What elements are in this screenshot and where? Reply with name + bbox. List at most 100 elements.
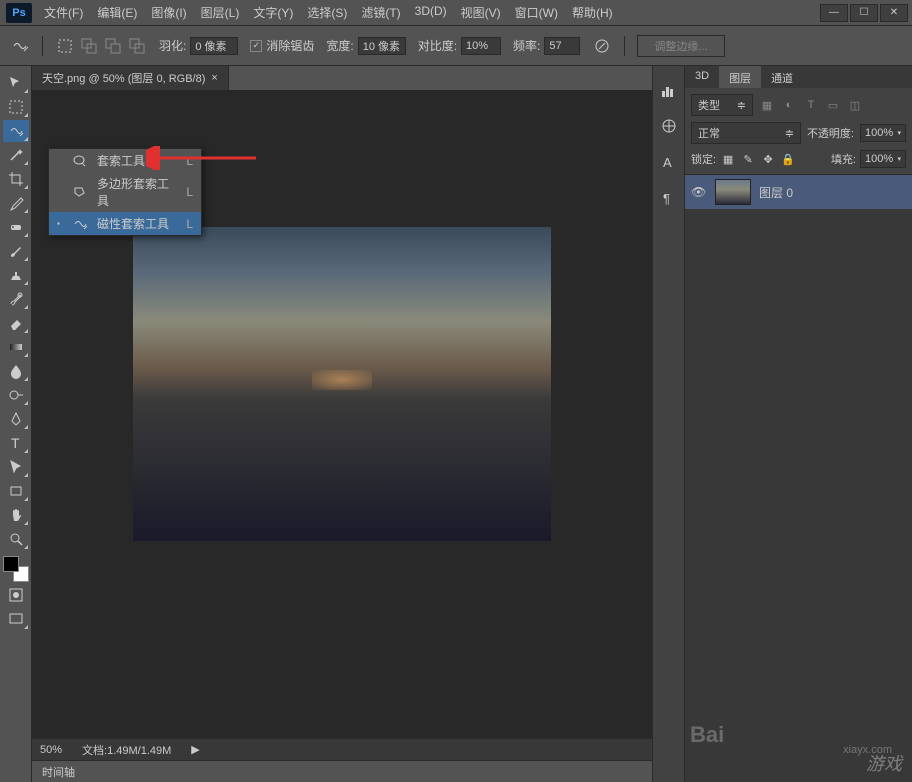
lock-pixels-icon[interactable]: ✎ (740, 151, 756, 167)
menu-image[interactable]: 图像(I) (145, 0, 192, 25)
contrast-label: 对比度: (418, 37, 457, 54)
lock-position-icon[interactable]: ✥ (760, 151, 776, 167)
layer-row[interactable]: 👁 图层 0 (685, 175, 912, 209)
filter-pixel-icon[interactable]: ▦ (759, 97, 775, 113)
menu-view[interactable]: 视图(V) (455, 0, 507, 25)
options-bar: 羽化: ✓ 消除锯齿 宽度: 对比度: 频率: 调整边缘... (0, 26, 912, 66)
tab-layers[interactable]: 图层 (719, 66, 761, 88)
character-icon[interactable]: A (657, 150, 681, 174)
svg-text:T: T (11, 435, 20, 451)
visibility-icon[interactable]: 👁 (691, 185, 707, 199)
menu-filter[interactable]: 滤镜(T) (355, 0, 406, 25)
document-tab-label: 天空.png @ 50% (图层 0, RGB/8) (42, 70, 205, 86)
fill-input[interactable]: 100%▾ (860, 150, 906, 168)
layers-options: 类型≑ ▦ ◐ T ▭ ◫ 正常≑ 不透明度: 100%▾ 锁定: ▦ ✎ ✥ (685, 88, 912, 175)
lock-all-icon[interactable]: 🔒 (780, 151, 796, 167)
lock-label: 锁定: (691, 151, 716, 167)
clone-stamp-tool[interactable] (3, 264, 29, 286)
contrast-input[interactable] (461, 37, 501, 55)
layer-name[interactable]: 图层 0 (759, 184, 793, 201)
adjustments-icon[interactable] (657, 114, 681, 138)
flyout-label: 套索工具 (97, 152, 178, 169)
refine-edge-button[interactable]: 调整边缘... (637, 35, 724, 57)
screenmode-tool[interactable] (3, 608, 29, 630)
close-tab-icon[interactable]: × (211, 72, 217, 84)
menu-file[interactable]: 文件(F) (38, 0, 89, 25)
blur-tool[interactable] (3, 360, 29, 382)
zoom-tool[interactable] (3, 528, 29, 550)
new-selection-icon[interactable] (55, 36, 75, 56)
flyout-magnetic-lasso[interactable]: ▪ 磁性套索工具 L (49, 212, 201, 235)
tool-preset-icon[interactable] (10, 36, 30, 56)
histogram-icon[interactable] (657, 78, 681, 102)
opacity-input[interactable]: 100%▾ (860, 124, 906, 142)
filter-type-icon[interactable]: T (803, 97, 819, 113)
tab-3d[interactable]: 3D (685, 66, 719, 88)
menu-layer[interactable]: 图层(L) (195, 0, 246, 25)
intersect-selection-icon[interactable] (127, 36, 147, 56)
rectangle-tool[interactable] (3, 480, 29, 502)
feather-input[interactable] (190, 37, 238, 55)
filter-shape-icon[interactable]: ▭ (825, 97, 841, 113)
path-selection-tool[interactable] (3, 456, 29, 478)
flyout-shortcut: L (186, 154, 193, 168)
feather-label: 羽化: (159, 37, 186, 54)
document-tab[interactable]: 天空.png @ 50% (图层 0, RGB/8) × (32, 66, 229, 90)
lock-transparent-icon[interactable]: ▦ (720, 151, 736, 167)
width-input[interactable] (358, 37, 406, 55)
close-button[interactable]: ✕ (880, 4, 908, 22)
menu-type[interactable]: 文字(Y) (247, 0, 299, 25)
tools-panel: T (0, 66, 32, 782)
quickmask-tool[interactable] (3, 584, 29, 606)
antialias-checkbox[interactable]: ✓ (250, 40, 262, 52)
paragraph-icon[interactable]: ¶ (657, 186, 681, 210)
opacity-label: 不透明度: (807, 125, 854, 141)
magic-wand-tool[interactable] (3, 144, 29, 166)
blend-mode-dropdown[interactable]: 正常≑ (691, 122, 801, 144)
frequency-input[interactable] (544, 37, 580, 55)
document-canvas[interactable] (133, 227, 551, 541)
layer-thumbnail[interactable] (715, 179, 751, 205)
menu-edit[interactable]: 编辑(E) (91, 0, 143, 25)
flyout-lasso[interactable]: 套索工具 L (49, 149, 201, 172)
menu-window[interactable]: 窗口(W) (509, 0, 564, 25)
status-arrow-icon[interactable]: ▶ (191, 743, 199, 756)
add-selection-icon[interactable] (79, 36, 99, 56)
menu-help[interactable]: 帮助(H) (566, 0, 619, 25)
marquee-tool[interactable] (3, 96, 29, 118)
eraser-tool[interactable] (3, 312, 29, 334)
menu-select[interactable]: 选择(S) (301, 0, 353, 25)
filter-smart-icon[interactable]: ◫ (847, 97, 863, 113)
hand-tool[interactable] (3, 504, 29, 526)
window-controls: — ☐ ✕ (820, 4, 912, 22)
pen-tool[interactable] (3, 408, 29, 430)
subtract-selection-icon[interactable] (103, 36, 123, 56)
zoom-level[interactable]: 50% (40, 744, 62, 756)
selection-mode-icons (55, 36, 147, 56)
crop-tool[interactable] (3, 168, 29, 190)
maximize-button[interactable]: ☐ (850, 4, 878, 22)
filter-adjust-icon[interactable]: ◐ (781, 97, 797, 113)
antialias-label: 消除锯齿 (266, 37, 314, 54)
move-tool[interactable] (3, 72, 29, 94)
foreground-color[interactable] (3, 556, 19, 572)
magnetic-lasso-icon (71, 217, 89, 231)
history-brush-tool[interactable] (3, 288, 29, 310)
dodge-tool[interactable] (3, 384, 29, 406)
color-swatch[interactable] (3, 556, 29, 582)
collapsed-panels: A ¶ (652, 66, 684, 782)
timeline-panel-tab[interactable]: 时间轴 (32, 760, 652, 782)
tab-channels[interactable]: 通道 (761, 66, 803, 88)
minimize-button[interactable]: — (820, 4, 848, 22)
tablet-pressure-icon[interactable] (592, 36, 612, 56)
filter-kind-dropdown[interactable]: 类型≑ (691, 94, 753, 116)
lasso-tool[interactable] (3, 120, 29, 142)
brush-tool[interactable] (3, 240, 29, 262)
eyedropper-tool[interactable] (3, 192, 29, 214)
healing-brush-tool[interactable] (3, 216, 29, 238)
doc-size-info[interactable]: 文档:1.49M/1.49M (82, 742, 171, 758)
gradient-tool[interactable] (3, 336, 29, 358)
menu-3d[interactable]: 3D(D) (409, 0, 453, 25)
flyout-polygonal-lasso[interactable]: 多边形套索工具 L (49, 172, 201, 212)
type-tool[interactable]: T (3, 432, 29, 454)
